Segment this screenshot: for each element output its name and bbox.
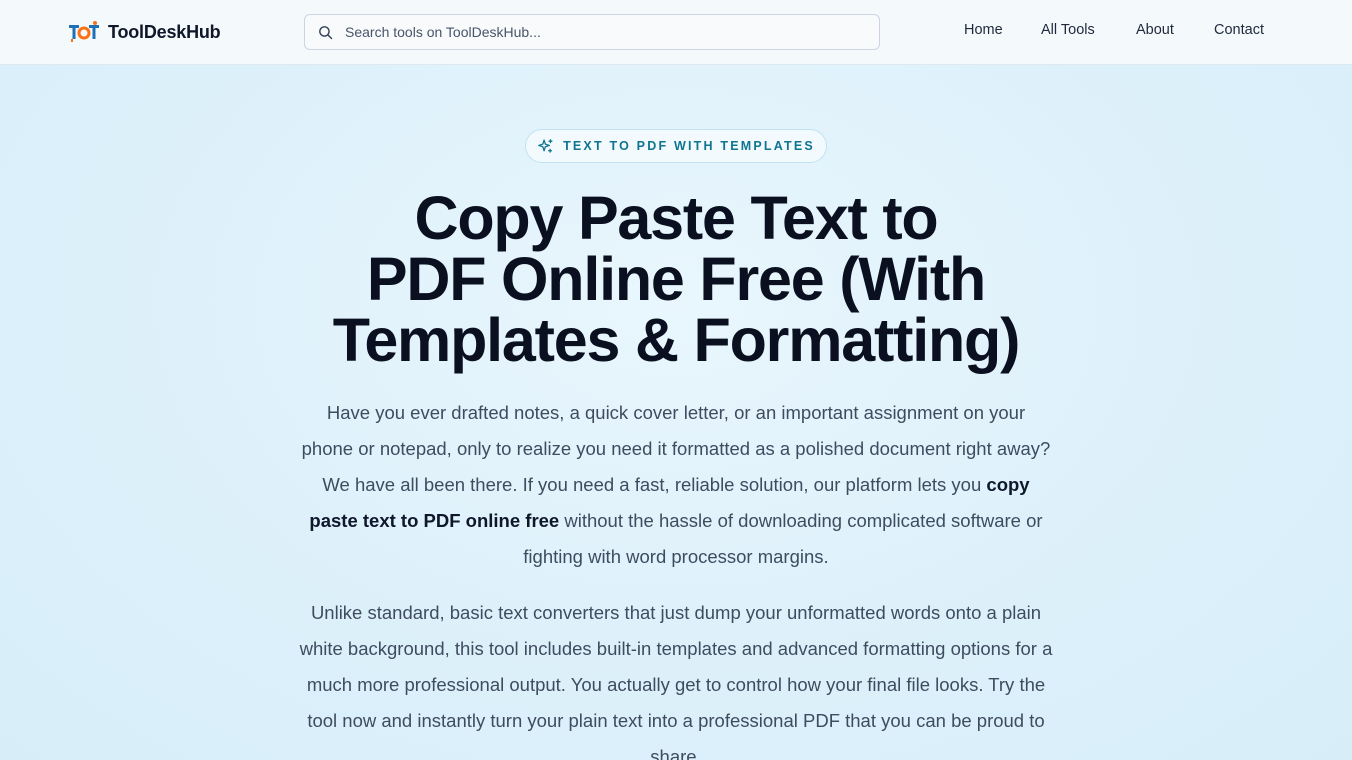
badge-label: TEXT TO PDF WITH TEMPLATES bbox=[563, 139, 815, 153]
main-nav: Home All Tools About Contact bbox=[0, 22, 1352, 42]
nav-about[interactable]: About bbox=[1136, 22, 1174, 38]
title-line: Templates & Formatting) bbox=[332, 306, 1021, 374]
site-header: ToolDeskHub Home All Tools About Contact bbox=[0, 0, 1352, 65]
title-line: Copy Paste Text to bbox=[414, 184, 939, 252]
page-title: Copy Paste Text to PDF Online Free (With… bbox=[276, 188, 1076, 371]
intro-text-start: Have you ever drafted notes, a quick cov… bbox=[301, 402, 1051, 495]
description-paragraph: Unlike standard, basic text converters t… bbox=[299, 602, 1053, 760]
nav-contact[interactable]: Contact bbox=[1214, 22, 1264, 38]
sparkles-icon bbox=[538, 138, 553, 153]
category-badge: TEXT TO PDF WITH TEMPLATES bbox=[525, 129, 827, 163]
intro-text-end: without the hassle of downloading compli… bbox=[523, 510, 1043, 567]
intro-paragraph: Have you ever drafted notes, a quick cov… bbox=[276, 395, 1076, 575]
title-line: PDF Online Free (With bbox=[366, 245, 986, 313]
nav-all-tools[interactable]: All Tools bbox=[1041, 22, 1095, 38]
nav-home[interactable]: Home bbox=[964, 22, 1003, 38]
